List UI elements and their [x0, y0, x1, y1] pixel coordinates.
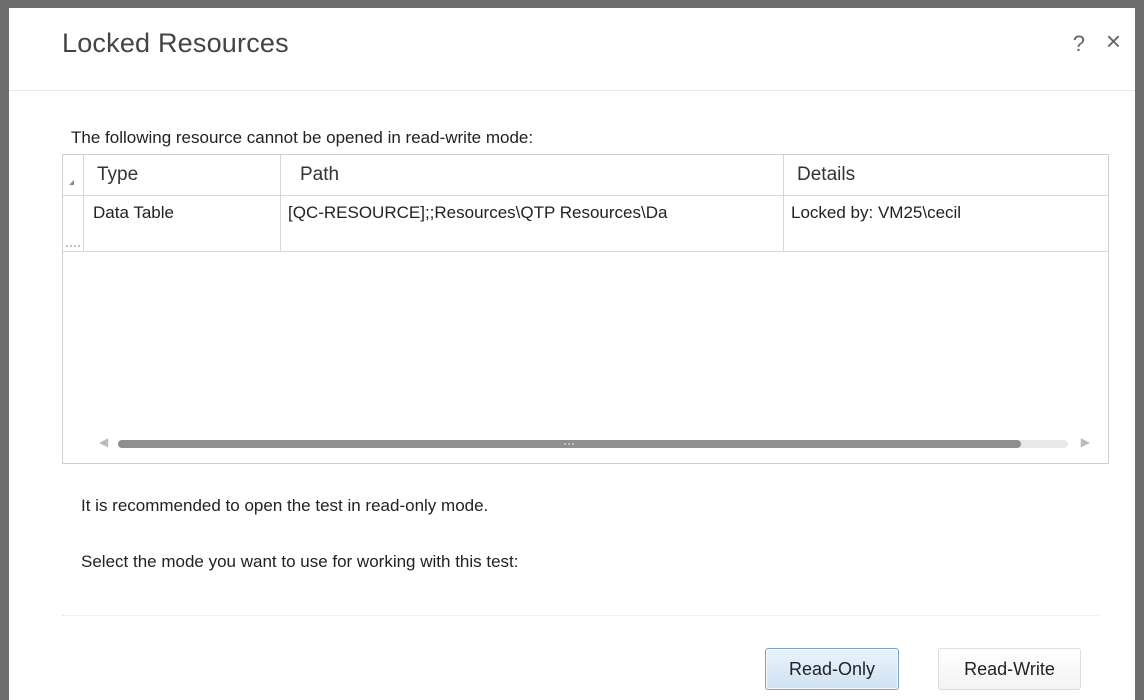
read-only-button[interactable]: Read-Only — [765, 648, 899, 690]
row-selector[interactable] — [63, 195, 84, 251]
cell-type: Data Table — [83, 195, 281, 251]
table-corner[interactable] — [63, 155, 84, 195]
footer-separator — [62, 615, 1100, 616]
scroll-right-arrow-icon[interactable]: ▶ — [1081, 435, 1090, 449]
cell-path: [QC-RESOURCE];;Resources\QTP Resources\D… — [281, 195, 784, 251]
scroll-thumb[interactable] — [118, 440, 1021, 448]
read-write-button[interactable]: Read-Write — [938, 648, 1081, 690]
dialog-titlebar: Locked Resources ? × — [9, 8, 1135, 91]
locked-resources-table: Type Path Details Data Table [QC-RESOURC… — [62, 154, 1109, 464]
close-icon[interactable]: × — [1106, 28, 1121, 54]
help-icon[interactable]: ? — [1073, 31, 1085, 57]
locked-resources-dialog: Locked Resources ? × The following resou… — [0, 0, 1144, 700]
scroll-track[interactable] — [118, 440, 1068, 448]
table-row[interactable]: Data Table [QC-RESOURCE];;Resources\QTP … — [63, 195, 1108, 252]
column-header-details[interactable]: Details — [784, 155, 1108, 195]
scroll-grip-icon — [564, 443, 575, 447]
column-header-path[interactable]: Path — [281, 155, 784, 195]
intro-text: The following resource cannot be opened … — [71, 128, 534, 147]
scroll-left-arrow-icon[interactable]: ◀ — [99, 435, 108, 449]
horizontal-scrollbar[interactable]: ◀ ▶ — [63, 431, 1108, 457]
recommendation-text: It is recommended to open the test in re… — [81, 496, 489, 515]
select-mode-text: Select the mode you want to use for work… — [81, 552, 519, 571]
dialog-title: Locked Resources — [62, 28, 289, 58]
table-header: Type Path Details — [63, 155, 1108, 196]
column-header-type[interactable]: Type — [83, 155, 281, 195]
corner-triangle-icon — [69, 180, 74, 185]
cell-details: Locked by: VM25\cecil — [791, 203, 962, 222]
